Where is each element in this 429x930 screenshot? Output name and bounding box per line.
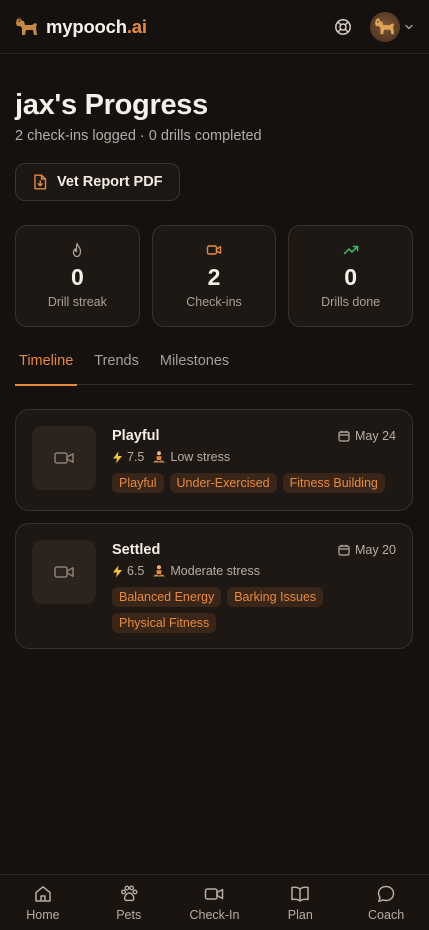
- calendar-icon: [338, 544, 350, 556]
- stat-value: 0: [70, 264, 84, 290]
- tag: Playful: [112, 473, 164, 493]
- brand-logo[interactable]: mypooch.ai: [15, 16, 147, 38]
- tag: Under-Exercised: [169, 473, 277, 493]
- nav-label: Check-In: [189, 908, 240, 922]
- stat-label: Check-ins: [186, 295, 242, 309]
- checkin-meta: 7.5 Low stress: [112, 450, 230, 464]
- lightning-icon: [112, 565, 123, 578]
- checkin-thumbnail: [32, 540, 96, 604]
- tag: Physical Fitness: [112, 613, 217, 633]
- video-icon: [54, 452, 74, 464]
- stat-value: 0: [344, 264, 358, 290]
- page-subtitle: 2 check-ins logged · 0 drills completed: [15, 128, 262, 144]
- help-button[interactable]: [332, 16, 354, 38]
- checkin-card[interactable]: Playful May 24 7.5 Low stress Playful Un…: [15, 409, 413, 511]
- energy-value: 6.5: [127, 564, 145, 578]
- tag: Balanced Energy: [112, 587, 222, 607]
- paw-icon: [120, 885, 138, 902]
- nav-plan[interactable]: Plan: [257, 875, 343, 930]
- stress-level: Low stress: [170, 450, 231, 464]
- nav-coach[interactable]: Coach: [343, 875, 429, 930]
- tab-milestones[interactable]: Milestones: [156, 352, 233, 385]
- lifebuoy-icon: [335, 18, 351, 35]
- nav-label: Coach: [368, 908, 405, 922]
- nav-home[interactable]: Home: [0, 875, 86, 930]
- account-menu[interactable]: [370, 11, 414, 42]
- title-block: jax's Progress 2 check-ins logged · 0 dr…: [15, 88, 262, 144]
- checkin-tags: Playful Under-Exercised Fitness Building: [112, 473, 402, 493]
- top-bar: mypooch.ai: [0, 0, 429, 54]
- checkin-title: Settled: [112, 542, 161, 558]
- brand-name: mypooch: [46, 15, 127, 37]
- tag: Barking Issues: [227, 587, 324, 607]
- progress-tabs: Timeline Trends Milestones: [15, 352, 413, 386]
- nav-label: Home: [26, 908, 60, 922]
- nav-pets[interactable]: Pets: [86, 875, 172, 930]
- stat-drills-done: 0 Drills done: [288, 225, 414, 327]
- header-actions: [332, 11, 414, 42]
- checkin-date: May 20: [338, 543, 396, 557]
- stress-level: Moderate stress: [170, 564, 261, 578]
- meditation-icon: [152, 564, 166, 578]
- home-icon: [35, 886, 51, 902]
- tab-timeline[interactable]: Timeline: [15, 352, 78, 386]
- dog-avatar-icon: [375, 17, 395, 34]
- calendar-icon: [338, 430, 350, 442]
- checkin-date-text: May 24: [355, 429, 396, 443]
- flame-icon: [73, 242, 82, 258]
- lightning-icon: [112, 451, 123, 464]
- tab-trends[interactable]: Trends: [90, 352, 143, 385]
- video-icon: [205, 888, 224, 900]
- stat-check-ins: 2 Check-ins: [151, 225, 277, 327]
- bottom-nav: Home Pets Check-In Plan Coach: [0, 874, 429, 930]
- video-icon: [54, 566, 74, 578]
- checkin-title: Playful: [112, 428, 160, 444]
- vet-report-label: Vet Report PDF: [57, 174, 163, 190]
- stat-label: Drill streak: [47, 295, 107, 309]
- stat-drill-streak: 0 Drill streak: [15, 225, 140, 327]
- page-title: jax's Progress: [15, 89, 208, 121]
- video-icon: [206, 245, 222, 255]
- nav-label: Plan: [287, 908, 313, 922]
- checkin-date-text: May 20: [355, 543, 396, 557]
- checkin-tags: Balanced Energy Barking Issues Physical …: [112, 587, 342, 633]
- chat-icon: [377, 885, 395, 903]
- tag: Fitness Building: [282, 473, 385, 493]
- vet-report-button[interactable]: Vet Report PDF: [15, 163, 180, 201]
- nav-label: Pets: [116, 908, 142, 922]
- checkin-date: May 24: [338, 429, 396, 443]
- book-icon: [291, 886, 310, 902]
- brand-suffix: .ai: [126, 15, 147, 37]
- energy-value: 7.5: [127, 450, 145, 464]
- checkin-card[interactable]: Settled May 20 6.5 Moderate stress Balan…: [15, 523, 413, 649]
- dog-icon: [16, 16, 37, 35]
- progress-page: mypooch.ai jax's Progress 2 check-ins lo…: [0, 0, 429, 930]
- chevron-down-icon: [405, 24, 413, 29]
- checkin-meta: 6.5 Moderate stress: [112, 564, 260, 578]
- stat-label: Drills done: [321, 295, 381, 309]
- meditation-icon: [152, 450, 166, 464]
- checkin-thumbnail: [32, 426, 96, 490]
- trending-up-icon: [343, 245, 358, 255]
- stats-row: 0 Drill streak 2 Check-ins 0 Drills done: [15, 225, 414, 327]
- nav-check-in[interactable]: Check-In: [172, 875, 258, 930]
- file-download-icon: [34, 174, 47, 190]
- stat-value: 2: [207, 264, 221, 290]
- avatar: [370, 11, 400, 42]
